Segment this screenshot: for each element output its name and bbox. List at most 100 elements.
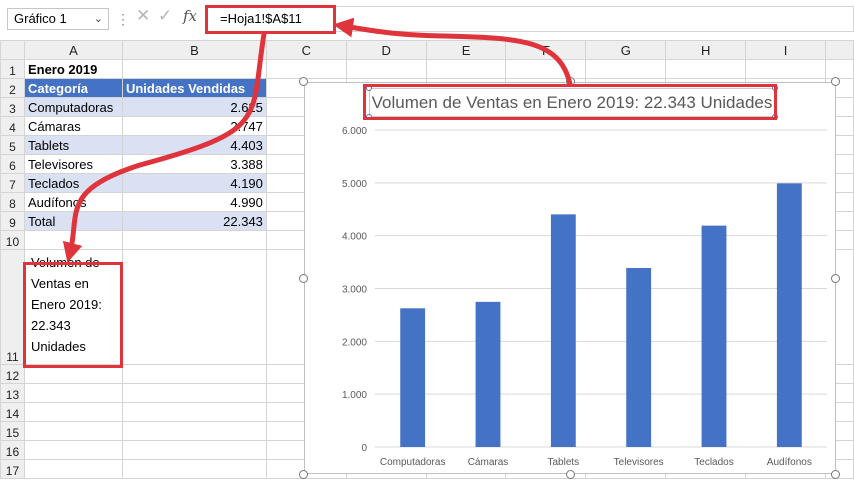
row-header[interactable]: 16 (0, 440, 25, 460)
cell[interactable] (505, 59, 587, 79)
cell[interactable] (345, 59, 427, 79)
cell[interactable] (121, 364, 267, 384)
column-header-g[interactable]: G (585, 40, 667, 60)
row-header[interactable]: 3 (0, 97, 25, 117)
cell[interactable] (23, 459, 123, 479)
cell[interactable] (824, 59, 854, 79)
cell[interactable] (23, 440, 123, 460)
category-cell[interactable]: Tablets (23, 135, 123, 155)
bar (400, 308, 426, 447)
chart-resize-handle[interactable] (831, 470, 840, 479)
select-all-corner[interactable] (0, 40, 25, 60)
cell[interactable] (121, 440, 267, 460)
y-tick-label: 3.000 (342, 285, 367, 296)
cell[interactable] (121, 383, 267, 403)
cell[interactable] (121, 59, 267, 79)
cell[interactable] (23, 230, 123, 250)
cell[interactable] (23, 402, 123, 422)
chart-resize-handle[interactable] (299, 274, 308, 283)
sheet-title-cell[interactable]: Enero 2019 (23, 59, 123, 79)
header-cell-unidades[interactable]: Unidades Vendidas (121, 78, 267, 98)
row-header[interactable]: 10 (0, 230, 25, 250)
chart-title-highlight-box (363, 84, 777, 120)
chart-plot: 0 1.000 2.000 3.000 4.000 5.000 6.000 Computado… (342, 126, 827, 468)
y-tick-label: 6.000 (342, 126, 367, 137)
row-header[interactable]: 15 (0, 421, 25, 441)
cell[interactable] (121, 249, 267, 365)
category-cell[interactable]: Audífonos (23, 192, 123, 212)
category-cell[interactable]: Televisores (23, 154, 123, 174)
y-tick-label: 0 (361, 443, 367, 454)
enter-icon[interactable]: ✓ (158, 6, 172, 26)
row-header[interactable]: 6 (0, 154, 25, 174)
y-tick-label: 5.000 (342, 179, 367, 190)
category-cell[interactable]: Cámaras (23, 116, 123, 136)
row-header[interactable]: 5 (0, 135, 25, 155)
value-cell[interactable]: 3.388 (121, 154, 267, 174)
column-header-a[interactable]: A (23, 40, 123, 60)
cell[interactable] (121, 402, 267, 422)
cell[interactable] (121, 421, 267, 441)
column-header-h[interactable]: H (665, 40, 747, 60)
column-header-d[interactable]: D (345, 40, 427, 60)
row-header[interactable]: 17 (0, 459, 25, 479)
row-header[interactable]: 7 (0, 173, 25, 193)
value-cell[interactable]: 4.990 (121, 192, 267, 212)
row-header[interactable]: 13 (0, 383, 25, 403)
column-header-f[interactable]: F (505, 40, 587, 60)
cell[interactable] (585, 59, 667, 79)
cell[interactable] (265, 59, 347, 79)
vertical-dots-icon: ⋮ (116, 11, 130, 27)
chevron-down-icon[interactable]: ⌄ (94, 9, 103, 29)
x-tick-label: Televisores (614, 457, 664, 468)
insert-function-icon[interactable]: fx (183, 7, 197, 25)
chart-resize-handle[interactable] (566, 470, 575, 479)
column-header-e[interactable]: E (425, 40, 507, 60)
column-header-i[interactable]: I (745, 40, 826, 60)
cell[interactable] (121, 459, 267, 479)
header-cell-categoria[interactable]: Categoría (23, 78, 123, 98)
bar (475, 301, 501, 447)
chart-resize-handle[interactable] (831, 77, 840, 86)
cell[interactable] (745, 59, 826, 79)
row-header[interactable]: 9 (0, 211, 25, 231)
chart-resize-handle[interactable] (831, 274, 840, 283)
row-header[interactable]: 2 (0, 78, 25, 98)
row-header[interactable]: 1 (0, 59, 25, 79)
value-cell[interactable]: 4.190 (121, 173, 267, 193)
column-header-b[interactable]: B (121, 40, 267, 60)
bar (626, 268, 652, 447)
row-header[interactable]: 12 (0, 364, 25, 384)
row-header[interactable]: 14 (0, 402, 25, 422)
value-cell[interactable]: 2.625 (121, 97, 267, 117)
cell[interactable] (665, 59, 747, 79)
chart-resize-handle[interactable] (299, 470, 308, 479)
name-box[interactable]: Gráfico 1 ⌄ (7, 8, 109, 30)
category-cell[interactable]: Teclados (23, 173, 123, 193)
cell-highlight-box (23, 262, 123, 368)
value-cell[interactable]: 4.403 (121, 135, 267, 155)
row-header[interactable]: 4 (0, 116, 25, 136)
x-tick-label: Teclados (694, 457, 733, 468)
row-header[interactable]: 8 (0, 192, 25, 212)
bar (701, 225, 727, 447)
formula-bar: Gráfico 1 ⌄ ⋮ ✕ ✓ fx =Hoja1!$A$11 (0, 0, 854, 40)
value-cell[interactable]: 2.747 (121, 116, 267, 136)
category-cell[interactable]: Computadoras (23, 97, 123, 117)
cell[interactable] (23, 421, 123, 441)
cell[interactable] (425, 59, 507, 79)
cancel-icon[interactable]: ✕ (136, 6, 150, 26)
formula-highlight-box (205, 5, 336, 34)
total-label-cell[interactable]: Total (23, 211, 123, 231)
row-header[interactable]: 11 (0, 249, 25, 365)
total-value-cell[interactable]: 22.343 (121, 211, 267, 231)
bar (550, 214, 576, 447)
x-tick-label: Computadoras (380, 457, 446, 468)
cell[interactable] (121, 230, 267, 250)
chart-resize-handle[interactable] (299, 77, 308, 86)
cell[interactable] (23, 383, 123, 403)
column-header-c[interactable]: C (265, 40, 347, 60)
x-tick-label: Audífonos (767, 457, 812, 468)
column-chart[interactable]: 0 1.000 2.000 3.000 4.000 5.000 6.000 Computado… (304, 82, 836, 474)
column-header-blank[interactable] (824, 40, 854, 60)
